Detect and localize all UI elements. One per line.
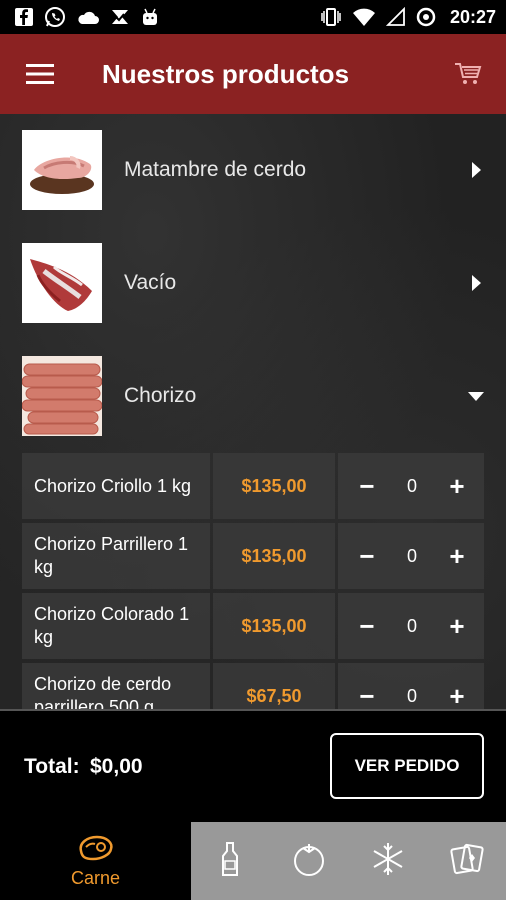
table-row: Chorizo Criollo 1 kg $135,00 − 0 + bbox=[22, 453, 484, 519]
tab-varios[interactable] bbox=[427, 822, 506, 900]
vibrate-icon bbox=[320, 7, 342, 27]
tab-carne[interactable]: Carne bbox=[0, 822, 191, 900]
status-time: 20:27 bbox=[449, 6, 496, 27]
app-bar: Nuestros productos bbox=[0, 34, 506, 114]
check-box-icon bbox=[110, 7, 130, 27]
tab-group bbox=[191, 822, 506, 900]
product-list: Matambre de cerdo Vacío Chorizo Chorizo … bbox=[0, 114, 506, 709]
increment-button[interactable]: + bbox=[444, 613, 470, 639]
decrement-button[interactable]: − bbox=[354, 473, 380, 499]
product-name: Chorizo de cerdo parrillero 500 g bbox=[22, 663, 210, 709]
quantity-stepper: − 0 + bbox=[338, 523, 484, 589]
category-label: Chorizo bbox=[124, 384, 197, 407]
total-value: $0,00 bbox=[90, 755, 143, 778]
quantity-stepper: − 0 + bbox=[338, 593, 484, 659]
quantity-stepper: − 0 + bbox=[338, 453, 484, 519]
cards-icon bbox=[449, 842, 485, 881]
status-bar: 20:27 bbox=[0, 0, 506, 34]
category-row-chorizo[interactable]: Chorizo bbox=[0, 355, 506, 437]
order-summary-bar: Total: $0,00 VER PEDIDO bbox=[0, 709, 506, 822]
product-price: $135,00 bbox=[213, 523, 335, 589]
quantity-stepper: − 0 + bbox=[338, 663, 484, 709]
alarm-icon bbox=[416, 7, 436, 27]
quantity-value: 0 bbox=[406, 615, 417, 636]
product-image bbox=[22, 356, 102, 436]
snowflake-icon bbox=[370, 841, 406, 882]
chevron-right-icon[interactable] bbox=[466, 273, 486, 293]
tab-label: Carne bbox=[70, 868, 121, 888]
table-row: Chorizo de cerdo parrillero 500 g $67,50… bbox=[22, 663, 484, 709]
category-label: Matambre de cerdo bbox=[124, 158, 307, 181]
android-icon bbox=[140, 7, 160, 27]
hamburger-menu-icon[interactable] bbox=[0, 34, 80, 114]
meat-icon bbox=[77, 833, 115, 866]
view-order-button[interactable]: VER PEDIDO bbox=[330, 733, 484, 799]
quantity-value: 0 bbox=[406, 685, 417, 706]
no-signal-icon bbox=[385, 7, 406, 27]
category-row-vacio[interactable]: Vacío bbox=[0, 242, 506, 324]
cloud-icon bbox=[76, 8, 100, 26]
decrement-button[interactable]: − bbox=[354, 613, 380, 639]
total-label: Total: bbox=[24, 755, 80, 778]
product-name: Chorizo Parrillero 1 kg bbox=[22, 523, 210, 589]
whatsapp-icon bbox=[44, 6, 66, 28]
tab-bebidas[interactable] bbox=[191, 822, 270, 900]
decrement-button[interactable]: − bbox=[354, 543, 380, 569]
category-row-matambre[interactable]: Matambre de cerdo bbox=[0, 129, 506, 211]
table-row: Chorizo Parrillero 1 kg $135,00 − 0 + bbox=[22, 523, 484, 589]
increment-button[interactable]: + bbox=[444, 543, 470, 569]
category-tab-bar: Carne bbox=[0, 822, 506, 900]
product-price: $135,00 bbox=[213, 453, 335, 519]
product-price: $67,50 bbox=[213, 663, 335, 709]
product-name: Chorizo Criollo 1 kg bbox=[22, 453, 210, 519]
quantity-value: 0 bbox=[406, 475, 417, 496]
table-row: Chorizo Colorado 1 kg $135,00 − 0 + bbox=[22, 593, 484, 659]
facebook-icon bbox=[14, 7, 34, 27]
product-name: Chorizo Colorado 1 kg bbox=[22, 593, 210, 659]
increment-button[interactable]: + bbox=[444, 473, 470, 499]
tomato-icon bbox=[291, 842, 327, 881]
product-image bbox=[22, 130, 102, 210]
shopping-cart-icon[interactable] bbox=[438, 44, 498, 104]
chevron-right-icon[interactable] bbox=[466, 160, 486, 180]
tab-verduras[interactable] bbox=[270, 822, 349, 900]
decrement-button[interactable]: − bbox=[354, 683, 380, 709]
quantity-value: 0 bbox=[406, 545, 417, 566]
bottle-icon bbox=[220, 841, 240, 882]
increment-button[interactable]: + bbox=[444, 683, 470, 709]
category-label: Vacío bbox=[124, 271, 177, 294]
product-price: $135,00 bbox=[213, 593, 335, 659]
wifi-icon bbox=[352, 7, 376, 27]
product-image bbox=[22, 243, 102, 323]
tab-congelados[interactable] bbox=[349, 822, 428, 900]
chevron-down-icon[interactable] bbox=[466, 386, 486, 406]
page-title: Nuestros productos bbox=[102, 58, 350, 89]
